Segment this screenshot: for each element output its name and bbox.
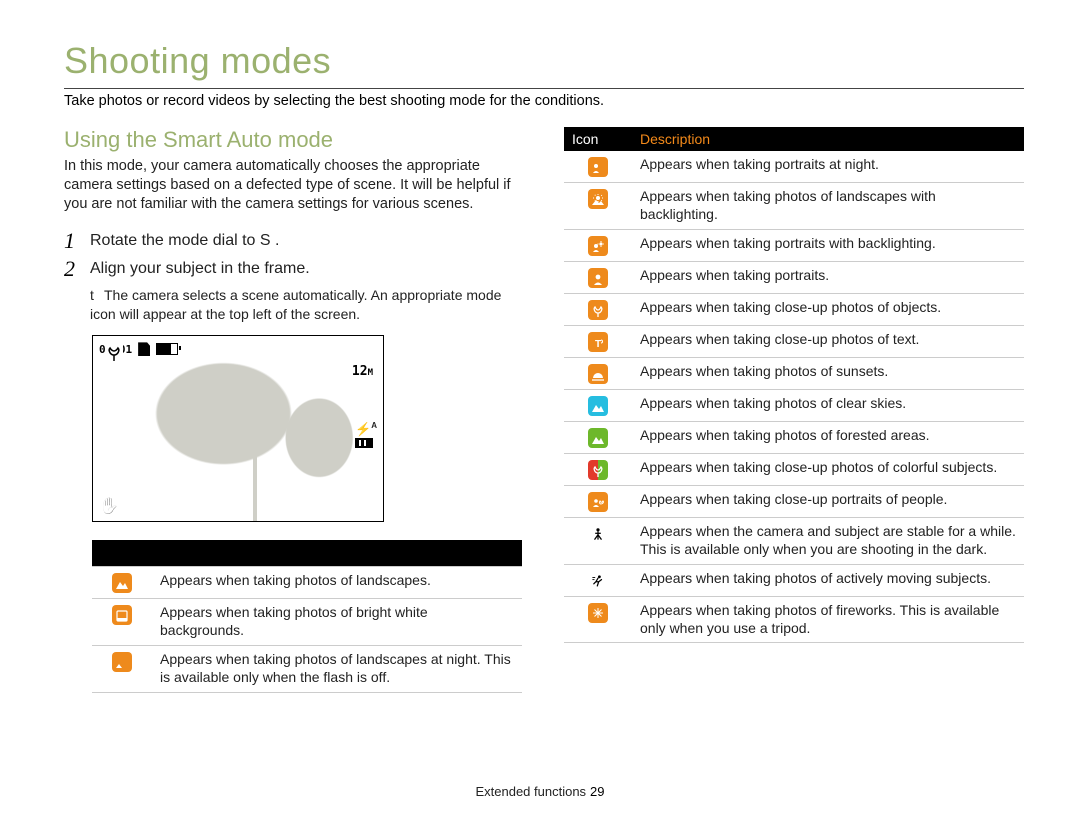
page-subtitle: Take photos or record videos by selectin…	[64, 93, 1024, 109]
night-portrait-icon	[588, 157, 608, 177]
table-row: Appears when taking photos of landscapes…	[564, 183, 1024, 230]
icon-description: Appears when taking photos of landscapes…	[152, 646, 522, 693]
icon-description: Appears when taking close-up photos of o…	[632, 293, 1024, 325]
header-description: Description	[632, 127, 1024, 151]
right-icon-table: Icon Description Appears when taking por…	[564, 127, 1024, 643]
backlit-land-icon	[588, 189, 608, 209]
step-number: 2	[64, 258, 90, 280]
substep-marker: t	[90, 286, 104, 304]
step-text: Rotate the mode dial to S .	[90, 230, 279, 250]
macro-text-icon: T	[588, 332, 608, 352]
battery-icon	[156, 343, 178, 355]
table-row: Appears when taking photos of sunsets.	[564, 357, 1024, 389]
sky-icon	[588, 396, 608, 416]
table-row: Appears when taking photos of landscapes…	[92, 646, 522, 693]
icon-description: Appears when taking photos of landscapes…	[632, 183, 1024, 230]
table-row: Appears when taking photos of forested a…	[564, 421, 1024, 453]
macro-color-icon	[588, 460, 608, 480]
icon-description: Appears when taking portraits.	[632, 261, 1024, 293]
flash-indicator: ⚡A	[355, 422, 373, 448]
sd-card-icon	[138, 342, 150, 356]
icon-description: Appears when taking photos of forested a…	[632, 421, 1024, 453]
icon-description: Appears when the camera and subject are …	[632, 517, 1024, 564]
camera-preview: 00001 12M ⚡A ✋	[92, 335, 384, 522]
night-landscape-icon	[112, 652, 132, 672]
action-icon	[588, 571, 608, 591]
table-row: T Appears when taking close-up photos of …	[564, 325, 1024, 357]
table-row: Appears when taking portraits.	[564, 261, 1024, 293]
forest-icon	[588, 428, 608, 448]
step-text: Align your subject in the frame.	[90, 258, 310, 278]
svg-text:T: T	[595, 339, 601, 350]
header-icon: Icon	[564, 127, 632, 151]
icon-description: Appears when taking portraits at night.	[632, 151, 1024, 183]
table-row: Appears when taking portraits with backl…	[564, 229, 1024, 261]
icon-description: Appears when taking portraits with backl…	[632, 229, 1024, 261]
tripod-icon	[588, 524, 608, 544]
table-row: Appears when taking photos of bright whi…	[92, 599, 522, 646]
step-1: 1 Rotate the mode dial to S .	[64, 230, 524, 252]
anti-shake-icon: ✋	[99, 499, 119, 515]
portrait-icon	[588, 268, 608, 288]
icon-description: Appears when taking photos of sunsets.	[632, 357, 1024, 389]
section-heading: Using the Smart Auto mode	[64, 127, 524, 153]
table-row: Appears when taking close-up photos of o…	[564, 293, 1024, 325]
right-column: Icon Description Appears when taking por…	[564, 127, 1024, 693]
step-2: 2 Align your subject in the frame.	[64, 258, 524, 280]
icon-description: Appears when taking close-up portraits o…	[632, 485, 1024, 517]
table-row: Appears when taking portraits at night.	[564, 151, 1024, 183]
icon-description: Appears when taking close-up photos of c…	[632, 453, 1024, 485]
page-title: Shooting modes	[64, 40, 1024, 89]
white-bg-icon	[112, 605, 132, 625]
table-row: Appears when taking photos of landscapes…	[92, 567, 522, 599]
icon-description: Appears when taking photos of clear skie…	[632, 389, 1024, 421]
table-row: Appears when taking photos of actively m…	[564, 564, 1024, 596]
intro-paragraph: In this mode, your camera automatically …	[64, 157, 524, 214]
macro-portrait-icon	[588, 492, 608, 512]
fireworks-icon	[588, 603, 608, 623]
footer-section: Extended functions	[475, 784, 586, 799]
landscape-icon	[112, 573, 132, 593]
backlit-portrait-icon	[588, 236, 608, 256]
left-column: Using the Smart Auto mode In this mode, …	[64, 127, 524, 693]
table-row: Appears when the camera and subject are …	[564, 517, 1024, 564]
icon-description: Appears when taking photos of actively m…	[632, 564, 1024, 596]
substep: tThe camera selects a scene automaticall…	[64, 286, 524, 323]
icon-description: Appears when taking photos of bright whi…	[152, 599, 522, 646]
sunset-icon	[588, 364, 608, 384]
table-row: Appears when taking photos of clear skie…	[564, 389, 1024, 421]
macro-icon	[105, 344, 123, 362]
megapixel-indicator: 12M	[352, 364, 373, 379]
step-number: 1	[64, 230, 90, 252]
page-footer: Extended functions 29	[0, 784, 1080, 799]
icon-description: Appears when taking photos of ﬁreworks. …	[632, 596, 1024, 643]
icon-description: Appears when taking close-up photos of t…	[632, 325, 1024, 357]
macro-object-icon	[588, 300, 608, 320]
table-row: Appears when taking close-up portraits o…	[564, 485, 1024, 517]
page-number: 29	[590, 784, 604, 799]
substep-text: The camera selects a scene automatically…	[90, 287, 501, 321]
table-row: Appears when taking close-up photos of c…	[564, 453, 1024, 485]
icon-description: Appears when taking photos of landscapes…	[152, 567, 522, 599]
left-icon-table: Appears when taking photos of landscapes…	[92, 540, 522, 693]
table-row: Appears when taking photos of ﬁreworks. …	[564, 596, 1024, 643]
